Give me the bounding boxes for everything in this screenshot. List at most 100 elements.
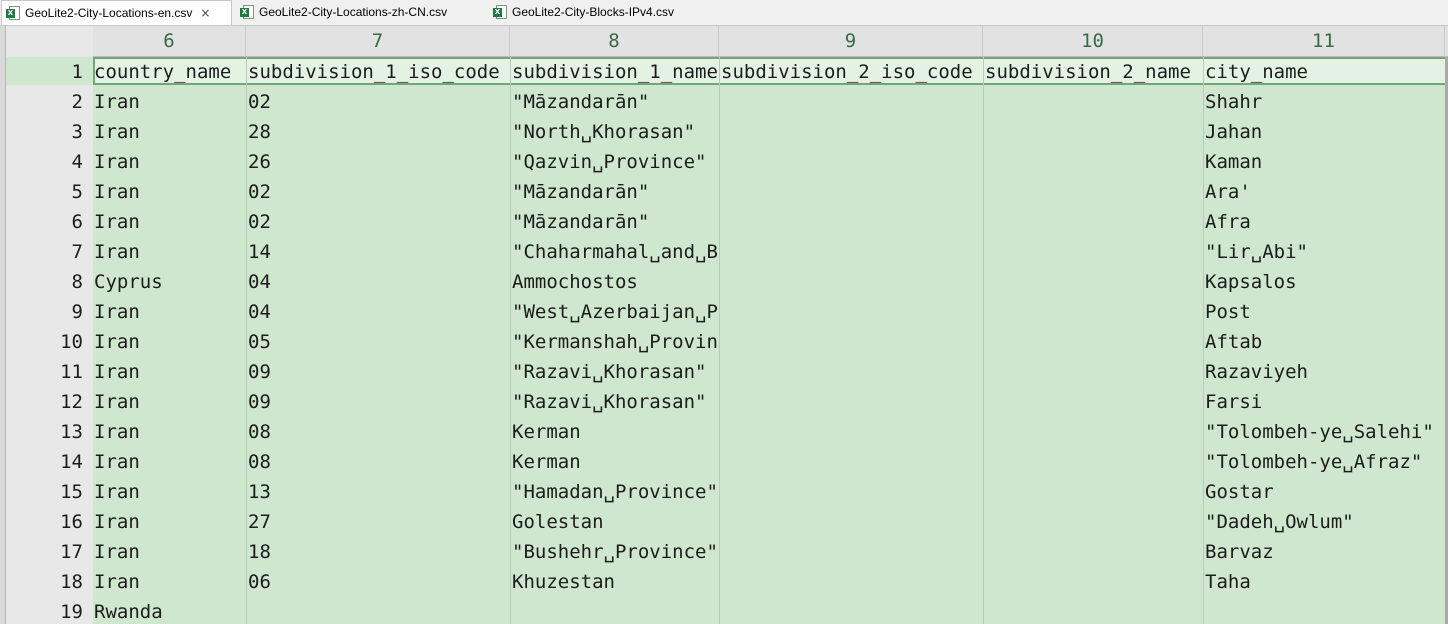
table-cell[interactable]: Iran	[93, 447, 246, 477]
table-cell[interactable]	[984, 597, 1203, 624]
table-cell[interactable]	[720, 207, 983, 237]
column-header-9[interactable]: 9	[719, 26, 983, 56]
table-cell[interactable]	[511, 597, 719, 624]
column-header-8[interactable]: 8	[510, 26, 719, 56]
table-cell[interactable]: Kerman	[511, 447, 719, 477]
row-number[interactable]: 15	[6, 477, 83, 507]
table-cell[interactable]	[720, 417, 983, 447]
table-cell[interactable]: "Tolombeh-ye␣Afraz"	[1204, 447, 1448, 477]
table-cell[interactable]: Cyprus	[93, 267, 246, 297]
table-cell[interactable]: Iran	[93, 477, 246, 507]
header-cell[interactable]: subdivision_1_name	[511, 57, 719, 87]
table-row[interactable]: 7 Iran 14 "Chaharmahal␣and␣Ba "Lir␣Abi"	[0, 237, 1448, 267]
row-number[interactable]: 14	[6, 447, 83, 477]
table-cell[interactable]	[720, 447, 983, 477]
row-number[interactable]: 4	[6, 147, 83, 177]
row-number[interactable]: 9	[6, 297, 83, 327]
table-cell[interactable]: 02	[247, 207, 510, 237]
table-row[interactable]: 19 Rwanda	[0, 597, 1448, 624]
table-cell[interactable]	[720, 237, 983, 267]
table-cell[interactable]: Iran	[93, 177, 246, 207]
table-cell[interactable]	[984, 297, 1203, 327]
table-cell[interactable]: Farsi	[1204, 387, 1448, 417]
table-cell[interactable]: 09	[247, 387, 510, 417]
table-row[interactable]: 18 Iran 06 Khuzestan Taha	[0, 567, 1448, 597]
column-header-10[interactable]: 10	[983, 26, 1203, 56]
table-cell[interactable]: "Razavi␣Khorasan"	[511, 357, 719, 387]
table-cell[interactable]: Kerman	[511, 417, 719, 447]
table-cell[interactable]: Iran	[93, 297, 246, 327]
table-row[interactable]: 6 Iran 02 "Māzandarān" Afra	[0, 207, 1448, 237]
table-cell[interactable]: Iran	[93, 147, 246, 177]
table-cell[interactable]	[984, 327, 1203, 357]
table-cell[interactable]: Rwanda	[93, 597, 246, 624]
table-cell[interactable]	[984, 537, 1203, 567]
table-cell[interactable]: Post	[1204, 297, 1448, 327]
table-cell[interactable]: Taha	[1204, 567, 1448, 597]
table-cell[interactable]: 06	[247, 567, 510, 597]
table-cell[interactable]: "West␣Azerbaijan␣Pr	[511, 297, 719, 327]
table-cell[interactable]	[984, 477, 1203, 507]
table-cell[interactable]	[984, 87, 1203, 117]
table-cell[interactable]: Iran	[93, 567, 246, 597]
table-cell[interactable]: Shahr	[1204, 87, 1448, 117]
table-row[interactable]: 16 Iran 27 Golestan "Dadeh␣Owlum"	[0, 507, 1448, 537]
table-cell[interactable]: Jahan	[1204, 117, 1448, 147]
table-row[interactable]: 14 Iran 08 Kerman "Tolombeh-ye␣Afraz"	[0, 447, 1448, 477]
table-cell[interactable]: "Māzandarān"	[511, 87, 719, 117]
table-cell[interactable]: "Lir␣Abi"	[1204, 237, 1448, 267]
table-cell[interactable]: Ammochostos	[511, 267, 719, 297]
table-cell[interactable]: 26	[247, 147, 510, 177]
table-cell[interactable]: 05	[247, 327, 510, 357]
table-cell[interactable]: Iran	[93, 357, 246, 387]
table-cell[interactable]	[720, 477, 983, 507]
table-row[interactable]: 2 Iran 02 "Māzandarān" Shahr	[0, 87, 1448, 117]
table-cell[interactable]: "Tolombeh-ye␣Salehi"	[1204, 417, 1448, 447]
row-number[interactable]: 8	[6, 267, 83, 297]
table-cell[interactable]: Iran	[93, 327, 246, 357]
column-header-6[interactable]: 6	[93, 26, 246, 56]
table-cell[interactable]: 04	[247, 297, 510, 327]
row-number[interactable]: 18	[6, 567, 83, 597]
table-cell[interactable]	[720, 117, 983, 147]
table-row[interactable]: 12 Iran 09 "Razavi␣Khorasan" Farsi	[0, 387, 1448, 417]
table-cell[interactable]: 18	[247, 537, 510, 567]
table-cell[interactable]	[720, 357, 983, 387]
table-row[interactable]: 5 Iran 02 "Māzandarān" Ara'	[0, 177, 1448, 207]
table-cell[interactable]: 02	[247, 177, 510, 207]
table-cell[interactable]: Kaman	[1204, 147, 1448, 177]
table-cell[interactable]: 13	[247, 477, 510, 507]
table-cell[interactable]	[720, 387, 983, 417]
table-cell[interactable]: Iran	[93, 537, 246, 567]
table-cell[interactable]	[984, 417, 1203, 447]
table-cell[interactable]: 09	[247, 357, 510, 387]
row-number[interactable]: 13	[6, 417, 83, 447]
table-cell[interactable]	[720, 297, 983, 327]
row-number[interactable]: 5	[6, 177, 83, 207]
table-cell[interactable]	[720, 267, 983, 297]
table-cell[interactable]	[720, 87, 983, 117]
table-cell[interactable]: "Kermanshah␣Provinc	[511, 327, 719, 357]
header-cell[interactable]: subdivision_2_name	[984, 57, 1203, 87]
table-cell[interactable]: Ara'	[1204, 177, 1448, 207]
column-header-11[interactable]: 11	[1203, 26, 1445, 56]
table-row[interactable]: 13 Iran 08 Kerman "Tolombeh-ye␣Salehi"	[0, 417, 1448, 447]
table-cell[interactable]: Iran	[93, 207, 246, 237]
table-row[interactable]: 15 Iran 13 "Hamadan␣Province" Gostar	[0, 477, 1448, 507]
table-cell[interactable]	[720, 507, 983, 537]
table-cell[interactable]	[720, 537, 983, 567]
header-cell[interactable]: subdivision_2_iso_code	[720, 57, 983, 87]
table-cell[interactable]: "Dadeh␣Owlum"	[1204, 507, 1448, 537]
table-cell[interactable]	[984, 267, 1203, 297]
row-number[interactable]: 16	[6, 507, 83, 537]
table-cell[interactable]: 28	[247, 117, 510, 147]
header-cell[interactable]: country_name	[93, 57, 246, 87]
table-cell[interactable]	[720, 567, 983, 597]
table-cell[interactable]: 08	[247, 447, 510, 477]
row-number[interactable]: 12	[6, 387, 83, 417]
table-cell[interactable]	[984, 207, 1203, 237]
row-number[interactable]: 19	[6, 597, 83, 624]
table-cell[interactable]: "Bushehr␣Province"	[511, 537, 719, 567]
column-header-7[interactable]: 7	[246, 26, 510, 56]
table-cell[interactable]: Kapsalos	[1204, 267, 1448, 297]
